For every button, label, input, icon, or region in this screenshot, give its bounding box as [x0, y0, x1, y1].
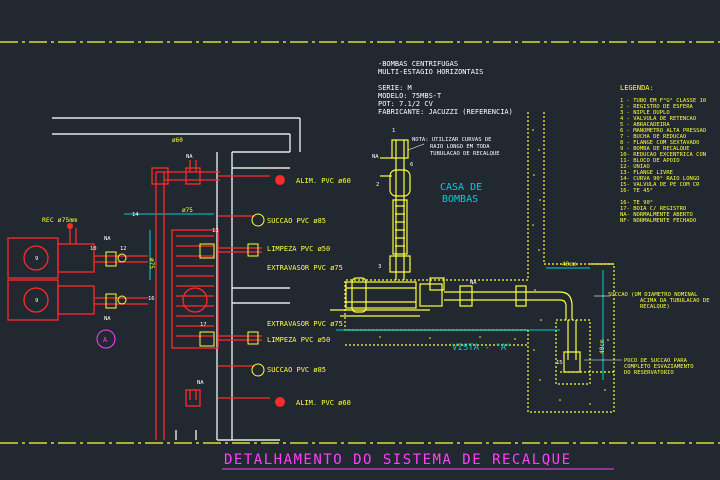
tag-17: 17	[200, 322, 207, 328]
pump-spec-line6: FABRICANTE: JACUZZI (REFERENCIA)	[378, 108, 513, 116]
tag-10: 10	[90, 246, 97, 252]
note-line1: NOTA: UTILIZAR CURVAS DE	[412, 137, 491, 143]
rec-label: REC ø75mm	[42, 216, 77, 224]
tag-9: 9	[35, 256, 38, 262]
tag-na: NA	[104, 316, 111, 322]
tag-13: 13	[212, 228, 219, 234]
succao-note-line3: RECALQUE)	[640, 304, 670, 310]
label-succao-bot: SUCCAO PVC ø85	[267, 366, 326, 374]
view-label: VISTA - "A"	[452, 343, 512, 353]
dim-75b: ø75	[148, 258, 155, 269]
tag-na: NA	[197, 380, 204, 386]
label-limpeza-top: LIMPEZA PVC ø50	[267, 245, 330, 253]
callout-a: A	[103, 336, 108, 344]
poco-note: POCO DE SUCCAO PARA COMPLETO ESVAZIAMENT…	[624, 358, 694, 376]
label-alim-top: ALIM. PVC ø60	[296, 177, 351, 185]
tag-9: 9	[35, 298, 38, 304]
legend: LEGENDA: 1 - TUBO EM F°G° CLASSE 10 2 - …	[620, 84, 706, 224]
room-label: CASA DE BOMBAS	[440, 182, 482, 205]
tag-na: NA	[470, 280, 477, 286]
pump-spec-line4: MODELO: 75MBS-T	[378, 92, 442, 100]
tag-6: 6	[410, 162, 413, 168]
label-extravasor-top: EXTRAVASOR PVC ø75	[267, 264, 343, 272]
pump-spec-line2: MULTI-ESTAGIO HORIZONTAIS	[378, 68, 483, 76]
note-line2: RAIO LONGO EM TODA	[430, 144, 490, 150]
dim-75a: ø75	[182, 207, 193, 214]
pump-assembly	[330, 277, 581, 373]
red-line-valves	[96, 213, 265, 377]
dim-40cm-vertical: 40cm	[599, 339, 606, 354]
poco-note-line3: DO RESERVATORIO	[624, 370, 674, 376]
tag-15: 15	[556, 360, 563, 366]
building-walls	[52, 117, 301, 441]
tag-1: 1	[392, 128, 395, 134]
label-alim-bot: ALIM. PVC ø60	[296, 399, 351, 407]
legend-item: NF- NORMALMENTE FECHADO	[620, 218, 696, 224]
tag-2: 2	[376, 182, 379, 188]
pipe-labels: ALIM. PVC ø60 SUCCAO PVC ø85 LIMPEZA PVC…	[267, 177, 351, 407]
note-line3: TUBULACAO DE RECALQUE	[430, 151, 500, 157]
pump-spec-line5: POT: 7.1/2 CV	[378, 100, 434, 108]
tag-16: 16	[148, 296, 155, 302]
pump-spec-line3: SERIE: M	[378, 84, 412, 92]
tag-12: 12	[120, 246, 127, 252]
dimension-lines	[124, 213, 604, 380]
pump-spec-block: -BOMBAS CENTRIFUGAS MULTI-ESTAGIO HORIZO…	[378, 60, 513, 116]
succao-note: SUCCAO (UM DIAMETRO NOMINAL ACIMA DA TUB…	[608, 292, 710, 310]
legend-title: LEGENDA:	[620, 84, 654, 92]
discharge-riser	[380, 139, 411, 280]
cad-drawing: -BOMBAS CENTRIFUGAS MULTI-ESTAGIO HORIZO…	[0, 41, 720, 470]
legend-item: 16- TE 45°	[620, 188, 653, 194]
label-succao-top: SUCCAO PVC ø85	[267, 217, 326, 225]
tag-na: NA	[186, 154, 193, 160]
room-label-line2: BOMBAS	[442, 194, 478, 205]
tag-14: 14	[132, 212, 139, 218]
tag-3: 3	[378, 264, 381, 270]
label-extravasor-bot: EXTRAVASOR PVC ø75	[267, 320, 343, 328]
dim-40cm: 40cm	[562, 261, 577, 268]
dim-60: ø60	[172, 137, 183, 144]
note-block: NOTA: UTILIZAR CURVAS DE RAIO LONGO EM T…	[412, 137, 500, 157]
pump-spec-line1: -BOMBAS CENTRIFUGAS	[378, 60, 458, 68]
room-label-line1: CASA DE	[440, 182, 482, 193]
drawing-title: DETALHAMENTO DO SISTEMA DE RECALQUE	[224, 452, 572, 468]
tag-na: NA	[104, 236, 111, 242]
cad-drawing-canvas: -BOMBAS CENTRIFUGAS MULTI-ESTAGIO HORIZO…	[0, 0, 720, 480]
label-limpeza-bot: LIMPEZA PVC ø50	[267, 336, 330, 344]
red-piping	[7, 160, 270, 440]
tag-na: NA	[372, 154, 379, 160]
